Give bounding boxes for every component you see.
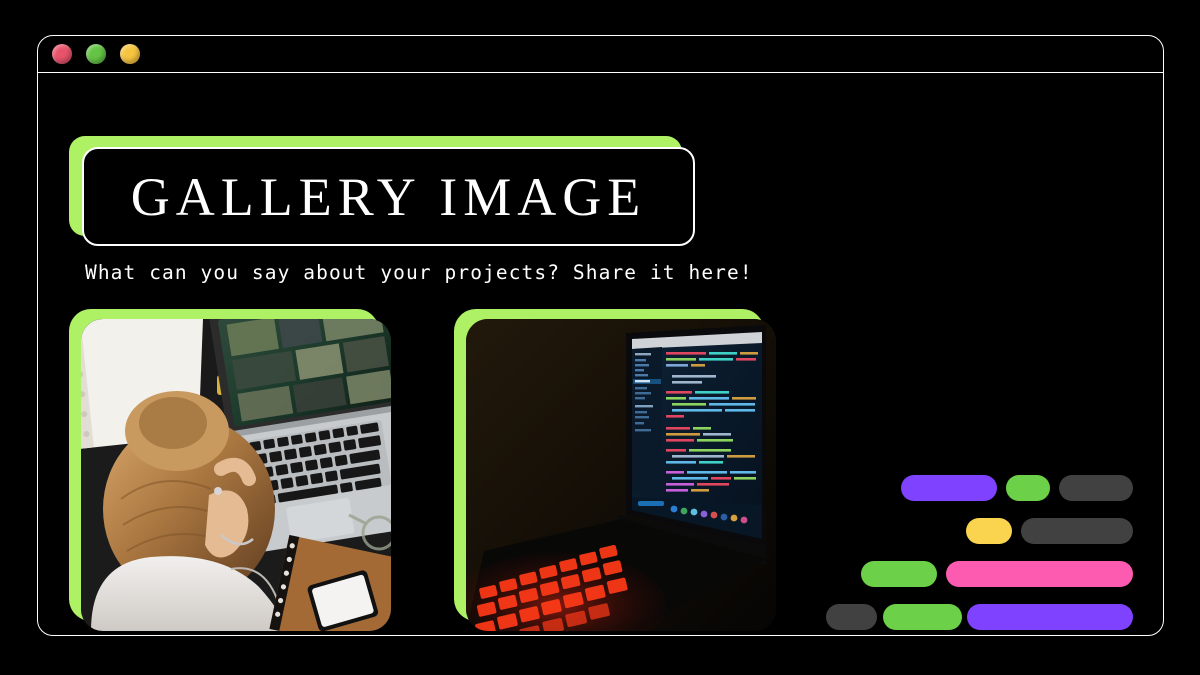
minimize-window-button[interactable]: [86, 44, 106, 64]
decor-bar-r1-3: [1059, 475, 1133, 501]
decorative-bars: [38, 73, 1163, 635]
decor-bar-r4-1: [826, 604, 877, 630]
decor-bar-r4-3: [967, 604, 1133, 630]
maximize-window-button[interactable]: [120, 44, 140, 64]
decor-bar-r3-1: [861, 561, 937, 587]
close-window-button[interactable]: [52, 44, 72, 64]
browser-window: GALLERY IMAGE What can you say about you…: [37, 35, 1164, 636]
window-titlebar: [38, 36, 1163, 73]
decor-bar-r2-1: [966, 518, 1012, 544]
decor-bar-r1-2: [1006, 475, 1050, 501]
decor-bar-r1-1: [901, 475, 997, 501]
decor-bar-r2-2: [1021, 518, 1133, 544]
slide-canvas: GALLERY IMAGE What can you say about you…: [38, 73, 1163, 635]
decor-bar-r4-2: [883, 604, 962, 630]
decor-bar-r3-2: [946, 561, 1133, 587]
